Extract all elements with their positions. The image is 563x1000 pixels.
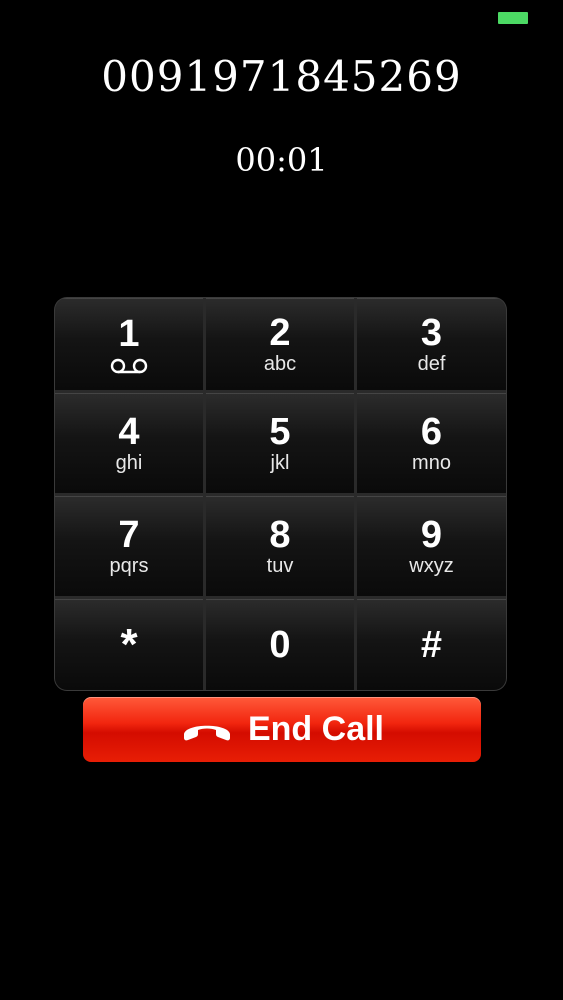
end-call-button[interactable]: End Call [83,697,481,762]
key-6[interactable]: 6 mno [357,393,506,493]
key-digit: 2 [269,312,291,354]
key-digit: 9 [420,514,443,556]
key-digit: 4 [118,411,140,453]
key-hash[interactable]: # [357,599,506,690]
key-3[interactable]: 3 def [357,298,506,390]
key-digit: # [420,623,443,666]
key-7[interactable]: 7 pqrs [55,496,203,596]
key-digit: 8 [269,514,291,556]
key-0[interactable]: 0 [206,599,354,690]
key-letters: def [417,353,446,375]
dialed-number: 0091971845269 [101,52,462,101]
key-digit: * [120,619,138,669]
key-letters: mno [412,452,451,474]
key-digit: 3 [420,312,443,354]
key-letters: jkl [270,452,290,474]
key-digit: 5 [269,411,291,453]
key-letters: abc [263,353,297,375]
key-letters: ghi [115,452,143,474]
battery-icon [498,12,528,24]
end-call-label: End Call [247,710,385,748]
key-1[interactable]: 1 [55,298,203,390]
key-digit: 0 [269,623,291,666]
key-9[interactable]: 9 wxyz [357,496,506,596]
voicemail-icon [110,358,148,374]
key-letters: wxyz [409,555,454,577]
key-digit: 7 [118,514,140,556]
key-2[interactable]: 2 abc [206,298,354,390]
key-8[interactable]: 8 tuv [206,496,354,596]
key-4[interactable]: 4 ghi [55,393,203,493]
dial-keypad: 1 2 abc 3 def 4 ghi 5 jkl 6 mno 7 pqrs 8… [55,298,506,690]
key-digit: 1 [118,313,140,355]
call-duration: 00:01 [235,141,328,179]
key-digit: 6 [420,411,443,453]
key-star[interactable]: * [55,599,203,690]
phone-hangup-icon [183,725,230,740]
key-letters: pqrs [109,555,149,577]
key-letters: tuv [266,555,294,577]
key-5[interactable]: 5 jkl [206,393,354,493]
